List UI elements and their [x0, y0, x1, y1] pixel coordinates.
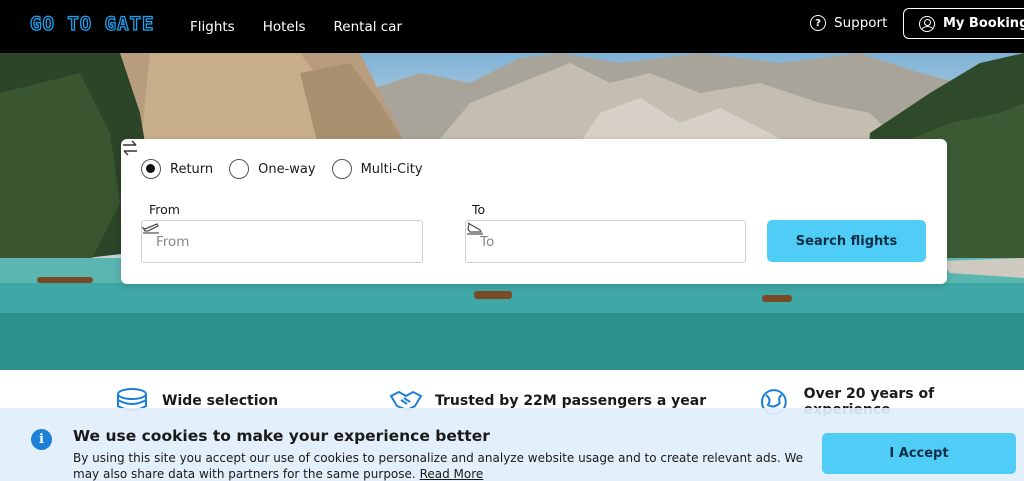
- to-field[interactable]: [465, 220, 746, 263]
- cookie-banner: i We use cookies to make your experience…: [0, 408, 1024, 481]
- hero-image: Return One-way Multi-City From To: [0, 53, 1024, 370]
- trip-type-return-label: Return: [170, 161, 214, 177]
- user-icon: [919, 15, 935, 32]
- info-icon: i: [31, 429, 52, 450]
- trip-type-return[interactable]: Return: [141, 159, 213, 179]
- trip-type-one-way[interactable]: One-way: [229, 159, 316, 179]
- question-circle-icon: ?: [810, 15, 826, 31]
- radio-unchecked-icon[interactable]: [229, 159, 250, 179]
- main-nav: Flights Hotels Rental car: [190, 0, 402, 53]
- from-field[interactable]: [141, 220, 423, 263]
- read-more-link[interactable]: Read More: [420, 467, 484, 481]
- search-flights-button[interactable]: Search flights: [767, 220, 926, 262]
- support-label: Support: [834, 15, 888, 31]
- trip-type-multi-city[interactable]: Multi-City: [331, 159, 423, 179]
- support-link[interactable]: ? Support: [810, 15, 887, 31]
- trip-type-selector: Return One-way Multi-City: [141, 159, 423, 179]
- feature-wide-selection-label: Wide selection: [162, 393, 279, 409]
- nav-hotels[interactable]: Hotels: [263, 19, 306, 35]
- to-label: To: [472, 202, 486, 217]
- flight-search-card: Return One-way Multi-City From To: [121, 139, 947, 284]
- accept-cookies-button[interactable]: I Accept: [822, 433, 1016, 474]
- my-bookings-button[interactable]: My Bookings: [903, 8, 1024, 39]
- swap-arrows-icon[interactable]: [121, 139, 139, 157]
- top-header: GO TO GATE Flights Hotels Rental car ? S…: [0, 0, 1024, 53]
- cookie-text: By using this site you accept our use of…: [73, 450, 818, 481]
- my-bookings-label: My Bookings: [943, 16, 1024, 31]
- nav-rental-car[interactable]: Rental car: [334, 19, 403, 35]
- takeoff-plane-icon: [142, 223, 159, 234]
- logo[interactable]: GO TO GATE: [29, 12, 154, 35]
- nav-flights[interactable]: Flights: [190, 19, 235, 35]
- radio-unchecked-icon[interactable]: [331, 159, 352, 179]
- to-input[interactable]: [480, 233, 680, 250]
- landing-plane-icon: [467, 222, 483, 235]
- feature-trusted-label: Trusted by 22M passengers a year: [435, 393, 707, 409]
- cookie-title: We use cookies to make your experience b…: [73, 427, 490, 445]
- radio-checked-icon[interactable]: [141, 159, 161, 179]
- from-input[interactable]: [156, 233, 356, 250]
- from-label: From: [149, 202, 180, 217]
- trip-type-multi-city-label: Multi-City: [360, 161, 423, 177]
- trip-type-one-way-label: One-way: [258, 161, 316, 177]
